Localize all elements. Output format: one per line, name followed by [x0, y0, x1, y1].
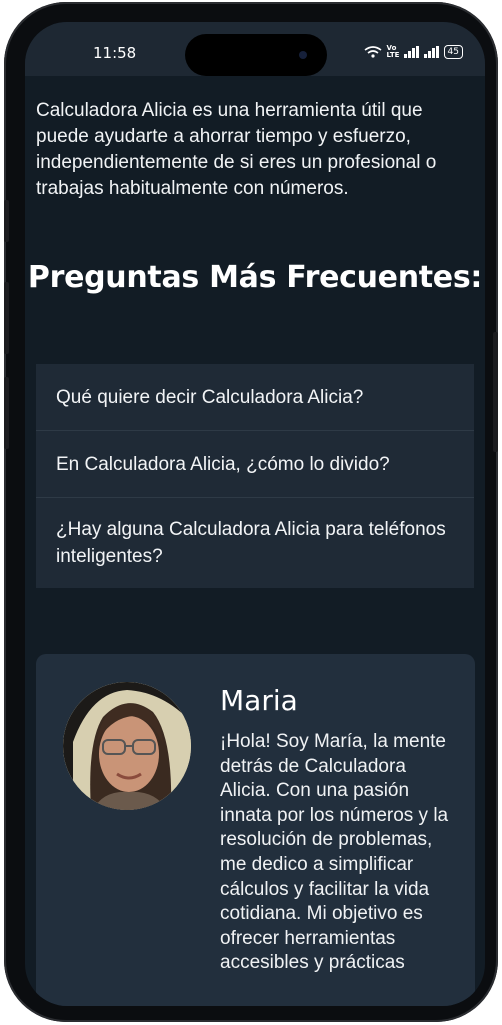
dynamic-island — [185, 34, 327, 76]
faq-item[interactable]: En Calculadora Alicia, ¿cómo lo divido? — [36, 431, 474, 498]
faq-title: Preguntas Más Frecuentes: — [27, 260, 483, 295]
author-avatar — [63, 682, 191, 810]
faq-question: ¿Hay alguna Calculadora Alicia para telé… — [56, 519, 446, 567]
status-bar: 11:58 Vo LTE 45 — [25, 22, 485, 76]
battery-icon: 45 — [443, 45, 463, 59]
signal-icon-1 — [403, 46, 419, 58]
author-bio: ¡Hola! Soy María, la mente detrás de Cal… — [220, 731, 449, 974]
faq-item[interactable]: Qué quiere decir Calculadora Alicia? — [36, 364, 474, 431]
camera-icon — [299, 51, 307, 59]
volume-up-button — [4, 282, 9, 354]
power-button — [493, 332, 498, 452]
status-icons: Vo LTE 45 — [364, 44, 463, 60]
article-paragraph: Calculadora Alicia es una herramienta út… — [36, 100, 437, 199]
screen: 11:58 Vo LTE 45 sobre los números. Calcu… — [25, 22, 485, 1006]
faq-question: En Calculadora Alicia, ¿cómo lo divido? — [56, 453, 390, 475]
faq-question: Qué quiere decir Calculadora Alicia? — [56, 386, 364, 408]
volte-label: Vo LTE — [386, 44, 400, 59]
phone-frame: 11:58 Vo LTE 45 sobre los números. Calcu… — [4, 2, 498, 1022]
status-time: 11:58 — [93, 44, 137, 62]
faq-accordion: Qué quiere decir Calculadora Alicia? En … — [36, 364, 474, 588]
faq-item[interactable]: ¿Hay alguna Calculadora Alicia para telé… — [36, 498, 474, 588]
volume-down-button — [4, 377, 9, 449]
wifi-icon — [364, 46, 382, 58]
action-button — [4, 200, 9, 242]
author-name: Maria — [220, 684, 298, 717]
author-card: Maria ¡Hola! Soy María, la mente detrás … — [36, 654, 475, 1006]
signal-icon-2 — [423, 46, 439, 58]
